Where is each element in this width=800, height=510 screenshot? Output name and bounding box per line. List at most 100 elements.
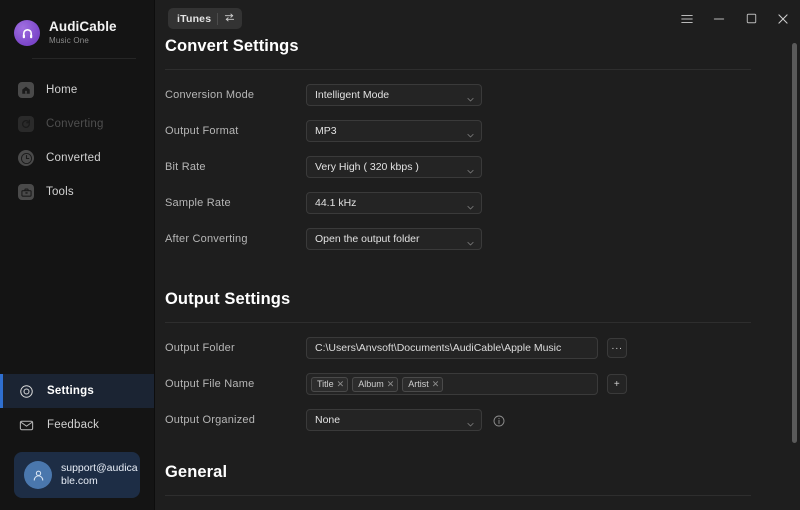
chevron-down-icon xyxy=(466,416,475,426)
output-organized-select[interactable]: None xyxy=(306,409,482,431)
support-email-label: support@audicable.com xyxy=(61,461,138,487)
sidebar-item-home[interactable]: Home xyxy=(0,73,154,107)
output-format-select[interactable]: MP3 xyxy=(306,120,482,142)
tag-album-remove-icon[interactable]: ✕ xyxy=(387,379,395,389)
brand-text: AudiCable Music One xyxy=(49,19,117,46)
row-after-converting: After Converting Open the output folder xyxy=(165,224,800,254)
tag-artist-label: Artist xyxy=(408,379,429,389)
sidebar-bottom-group: Settings Feedback support@audicable.com xyxy=(0,374,154,510)
chevron-down-icon xyxy=(466,127,475,137)
output-folder-value: C:\Users\Anvsoft\Documents\AudiCable\App… xyxy=(315,342,562,354)
convert-settings-divider xyxy=(165,69,751,70)
toolbox-icon xyxy=(18,184,34,200)
bit-rate-select[interactable]: Very High ( 320 kbps ) xyxy=(306,156,482,178)
output-settings-rows: Output Folder C:\Users\Anvsoft\Documents… xyxy=(165,333,800,435)
user-icon xyxy=(24,461,52,489)
sidebar-item-converting[interactable]: Converting xyxy=(0,107,154,141)
home-icon xyxy=(18,82,34,98)
tag-album[interactable]: Album ✕ xyxy=(352,376,399,392)
sidebar-item-tools[interactable]: Tools xyxy=(0,175,154,209)
tag-title-label: Title xyxy=(317,379,334,389)
source-tab-itunes[interactable]: iTunes xyxy=(168,8,243,29)
row-output-file-name: Output File Name Title ✕ Album ✕ Artist xyxy=(165,369,800,399)
general-settings-rows: Appearance Dark Languages English xyxy=(165,506,800,510)
sidebar-item-tools-label: Tools xyxy=(46,186,74,198)
general-settings-title: General xyxy=(165,463,228,481)
audicable-logo-icon xyxy=(14,20,40,46)
main-panel: iTunes Convert Settings Conversion Mode … xyxy=(155,0,800,510)
tag-title-remove-icon[interactable]: ✕ xyxy=(337,379,345,389)
sample-rate-label: Sample Rate xyxy=(165,197,231,209)
source-tab-label: iTunes xyxy=(177,12,212,25)
swap-arrows-icon[interactable] xyxy=(224,10,235,28)
minimize-icon[interactable] xyxy=(712,12,726,26)
sidebar-item-converting-label: Converting xyxy=(46,118,104,130)
row-output-folder: Output Folder C:\Users\Anvsoft\Documents… xyxy=(165,333,800,363)
general-settings-divider xyxy=(165,495,751,496)
sidebar-item-converted[interactable]: Converted xyxy=(0,141,154,175)
maximize-icon[interactable] xyxy=(744,12,758,26)
app-window: AudiCable Music One Home Converting Conv… xyxy=(0,0,800,510)
conversion-mode-value: Intelligent Mode xyxy=(315,89,390,101)
conversion-mode-select[interactable]: Intelligent Mode xyxy=(306,84,482,106)
tag-artist-remove-icon[interactable]: ✕ xyxy=(432,379,440,389)
output-settings-divider xyxy=(165,322,751,323)
bit-rate-label: Bit Rate xyxy=(165,161,206,173)
convert-settings-rows: Conversion Mode Intelligent Mode Output … xyxy=(165,80,800,254)
output-folder-label: Output Folder xyxy=(165,342,235,354)
row-output-organized: Output Organized None xyxy=(165,405,800,435)
chevron-down-icon xyxy=(466,199,475,209)
output-folder-input[interactable]: C:\Users\Anvsoft\Documents\AudiCable\App… xyxy=(306,337,598,359)
support-email-button[interactable]: support@audicable.com xyxy=(14,452,140,498)
output-organized-value: None xyxy=(315,414,341,426)
row-sample-rate: Sample Rate 44.1 kHz xyxy=(165,188,800,218)
conversion-mode-label: Conversion Mode xyxy=(165,89,255,101)
window-controls xyxy=(680,0,790,37)
brand-title: AudiCable xyxy=(49,19,117,35)
scrollbar-thumb[interactable] xyxy=(792,43,797,443)
brand: AudiCable Music One xyxy=(0,0,154,52)
brand-subtitle: Music One xyxy=(49,36,90,46)
add-tag-button[interactable]: + xyxy=(607,374,627,394)
row-output-format: Output Format MP3 xyxy=(165,116,800,146)
titlebar: iTunes xyxy=(155,0,800,37)
output-file-name-tags[interactable]: Title ✕ Album ✕ Artist ✕ xyxy=(306,373,598,395)
source-tab-divider xyxy=(217,12,219,25)
scrollbar-track[interactable] xyxy=(792,43,797,505)
chevron-down-icon xyxy=(466,235,475,245)
sidebar-item-home-label: Home xyxy=(46,84,78,96)
after-converting-value: Open the output folder xyxy=(315,233,420,245)
sample-rate-value: 44.1 kHz xyxy=(315,197,357,209)
output-format-value: MP3 xyxy=(315,125,337,137)
hamburger-icon[interactable] xyxy=(680,12,694,26)
browse-folder-button[interactable]: ··· xyxy=(607,338,627,358)
row-conversion-mode: Conversion Mode Intelligent Mode xyxy=(165,80,800,110)
clock-icon xyxy=(18,150,34,166)
gear-outline-icon xyxy=(18,383,35,400)
output-settings-title: Output Settings xyxy=(165,290,291,308)
info-icon[interactable] xyxy=(493,414,505,427)
after-converting-select[interactable]: Open the output folder xyxy=(306,228,482,250)
converting-icon xyxy=(18,116,34,132)
sidebar-item-feedback-label: Feedback xyxy=(47,419,100,431)
tag-album-label: Album xyxy=(358,379,384,389)
brand-divider xyxy=(32,58,136,59)
output-organized-label: Output Organized xyxy=(165,414,256,426)
row-appearance: Appearance Dark xyxy=(165,506,800,510)
sample-rate-select[interactable]: 44.1 kHz xyxy=(306,192,482,214)
tag-artist[interactable]: Artist ✕ xyxy=(402,376,444,392)
settings-content: Convert Settings Conversion Mode Intelli… xyxy=(155,37,800,510)
tag-title[interactable]: Title ✕ xyxy=(311,376,349,392)
sidebar-item-settings[interactable]: Settings xyxy=(0,374,154,408)
envelope-icon xyxy=(18,417,35,434)
sidebar: AudiCable Music One Home Converting Conv… xyxy=(0,0,155,510)
close-icon[interactable] xyxy=(776,12,790,26)
sidebar-item-feedback[interactable]: Feedback xyxy=(0,408,154,442)
output-file-name-label: Output File Name xyxy=(165,378,255,390)
convert-settings-title: Convert Settings xyxy=(165,37,299,55)
after-converting-label: After Converting xyxy=(165,233,248,245)
chevron-down-icon xyxy=(466,163,475,173)
sidebar-item-converted-label: Converted xyxy=(46,152,101,164)
